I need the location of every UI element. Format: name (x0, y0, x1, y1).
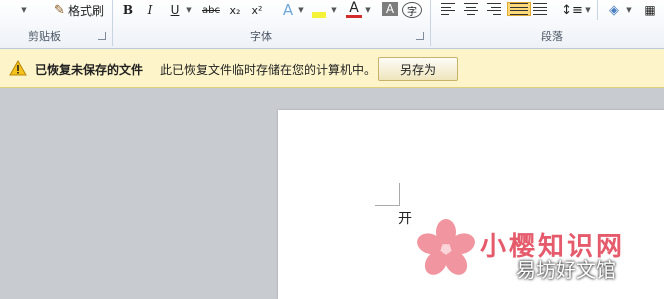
underline-dropdown[interactable]: ▼ (184, 0, 194, 20)
line-spacing-button[interactable]: ↕≡ (561, 0, 583, 20)
warning-icon (9, 60, 27, 76)
enclose-characters-button[interactable]: 字 (402, 2, 422, 18)
group-divider (112, 0, 113, 46)
cherry-blossom-logo-icon (417, 219, 475, 275)
borders-button[interactable]: ▦ (640, 0, 660, 20)
font-group-label: 字体 (250, 30, 272, 43)
paint-bucket-icon: ◈ (609, 2, 619, 18)
recovered-file-message-bar: 已恢复未保存的文件 此已恢复文件临时存储在您的计算机中。 另存为 (0, 49, 664, 88)
subscript-button[interactable]: x₂ (226, 0, 244, 20)
bold-button[interactable]: B (120, 0, 136, 20)
paste-dropdown[interactable]: ▼ (18, 0, 30, 20)
watermark-subtitle: 易坊好文馆 (516, 258, 616, 282)
group-divider (597, 0, 598, 20)
font-color-button[interactable]: A (346, 0, 362, 18)
highlight-button[interactable] (310, 0, 328, 20)
format-painter-label: 格式刷 (67, 3, 104, 18)
format-painter-icon: ✎ (54, 2, 65, 18)
char-shading-button[interactable]: A (382, 2, 398, 16)
paragraph-group-label: 段落 (541, 30, 563, 43)
borders-icon: ▦ (644, 3, 656, 17)
highlighter-icon (312, 12, 326, 18)
line-spacing-icon: ↕≡ (561, 2, 583, 18)
italic-button[interactable]: I (143, 0, 157, 20)
distributed-button[interactable] (533, 3, 547, 15)
text-effect-dropdown[interactable]: ▼ (297, 0, 305, 20)
clipboard-dialog-launcher[interactable] (98, 32, 106, 40)
ribbon: ▼ ✎ 格式刷 剪贴板 B I U ▼ abc x₂ x² A ▼ ▼ A ▼ … (0, 0, 664, 49)
clipboard-group-label: 剪贴板 (28, 30, 61, 43)
save-as-button[interactable]: 另存为 (378, 57, 458, 81)
underline-button[interactable]: U (168, 0, 182, 20)
font-color-dropdown[interactable]: ▼ (364, 0, 372, 20)
font-dialog-launcher[interactable] (416, 32, 424, 40)
line-spacing-dropdown[interactable]: ▼ (584, 0, 592, 20)
strikethrough-button[interactable]: abc (200, 0, 222, 20)
message-text: 此已恢复文件临时存储在您的计算机中。 (160, 63, 377, 77)
format-painter-button[interactable]: ✎ 格式刷 (48, 0, 110, 20)
justify-button[interactable] (507, 2, 531, 16)
message-title: 已恢复未保存的文件 (35, 63, 144, 77)
align-center-button[interactable] (464, 3, 478, 15)
align-right-button[interactable] (487, 3, 501, 15)
shading-button[interactable]: ◈ (605, 0, 623, 20)
group-divider (430, 0, 431, 46)
text-effect-button[interactable]: A (280, 0, 296, 20)
superscript-button[interactable]: x² (248, 0, 266, 20)
margin-corner-mark (375, 183, 400, 206)
align-left-button[interactable] (441, 3, 455, 15)
document-text[interactable]: 开 (398, 208, 412, 228)
shading-dropdown[interactable]: ▼ (625, 0, 633, 20)
highlight-dropdown[interactable]: ▼ (330, 0, 338, 20)
